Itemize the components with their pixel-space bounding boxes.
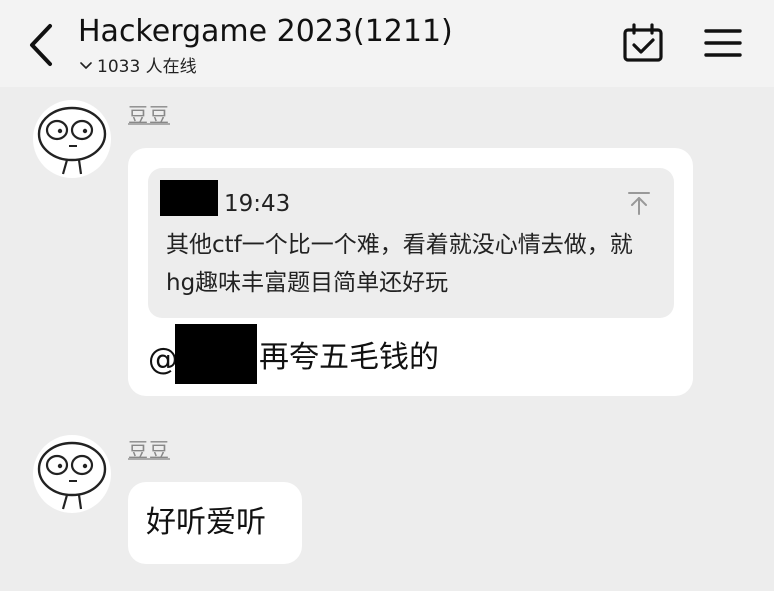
redacted-name [160, 180, 218, 216]
mention-at-sign: @ [148, 342, 178, 377]
calendar-check-icon [623, 23, 663, 62]
online-count[interactable]: 1033 人在线 [80, 53, 197, 79]
message-text: 好听爱听 [146, 505, 266, 540]
hamburger-menu-icon [704, 29, 742, 57]
online-count-label: 1033 人在线 [97, 57, 197, 77]
quote-text: 其他ctf一个比一个难，看着就没心情去做，就hg趣味丰富题目简单还好玩 [166, 232, 633, 296]
calendar-button[interactable] [621, 22, 665, 64]
message-bubble[interactable]: 好听爱听 [128, 482, 302, 564]
jump-to-top-icon[interactable] [626, 190, 652, 216]
quoted-message[interactable]: 19:43 其他ctf一个比一个难，看着就没心情去做，就hg趣味丰富题目简单还好… [148, 168, 674, 318]
chat-title[interactable]: Hackergame 2023(1211) [78, 12, 453, 52]
sender-avatar[interactable] [33, 435, 111, 513]
cartoon-face-avatar-icon [37, 441, 107, 510]
cartoon-face-avatar-icon [37, 106, 107, 175]
redacted-mention [175, 324, 257, 384]
chevron-down-icon [80, 53, 92, 77]
quote-timestamp: 19:43 [224, 191, 291, 217]
back-button[interactable] [22, 22, 62, 68]
sender-avatar[interactable] [33, 100, 111, 178]
message-text: 再夸五毛钱的 [259, 340, 439, 375]
sender-name[interactable]: 豆豆 [128, 102, 170, 128]
message-bubble[interactable]: 19:43 其他ctf一个比一个难，看着就没心情去做，就hg趣味丰富题目简单还好… [128, 148, 693, 396]
chevron-left-icon [30, 24, 52, 66]
sender-name[interactable]: 豆豆 [128, 437, 170, 463]
chat-header: Hackergame 2023(1211) 1033 人在线 [0, 0, 774, 87]
menu-button[interactable] [702, 24, 744, 62]
